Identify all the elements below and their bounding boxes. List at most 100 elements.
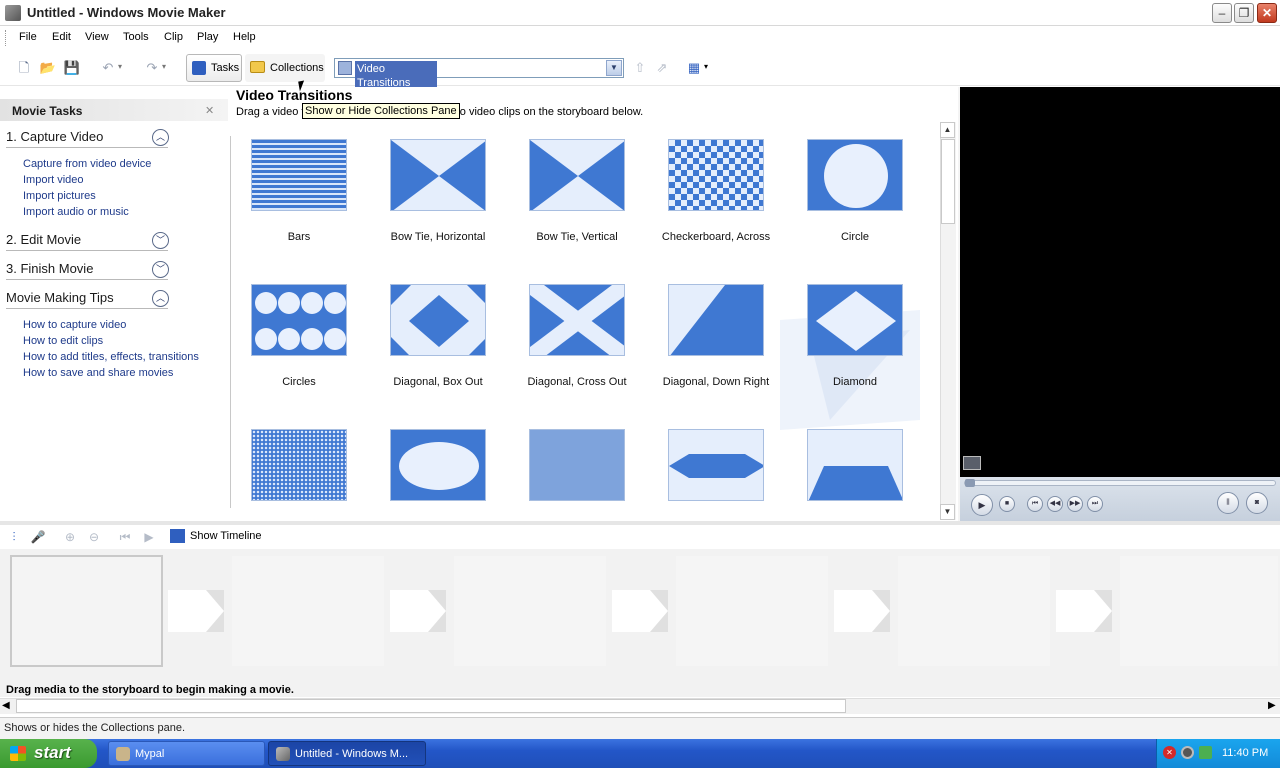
menu-edit[interactable]: Edit bbox=[52, 31, 71, 43]
link-capture-from-device[interactable]: Capture from video device bbox=[23, 158, 151, 170]
stop-icon[interactable]: ■ bbox=[999, 496, 1015, 512]
expand-icon[interactable]: ﹀ bbox=[152, 232, 169, 249]
taskbar-item-mypal[interactable]: Mypal bbox=[108, 741, 265, 766]
scrollbar-thumb[interactable] bbox=[941, 139, 955, 224]
save-project-icon[interactable]: 💾 bbox=[62, 58, 82, 78]
link-how-to-add-titles[interactable]: How to add titles, effects, transitions bbox=[23, 351, 199, 363]
transition-diamond-thumbnail[interactable] bbox=[807, 284, 903, 356]
timeline-icon[interactable] bbox=[170, 529, 185, 543]
transition-diagonal-down-right-thumbnail[interactable] bbox=[668, 284, 764, 356]
close-button[interactable]: ✕ bbox=[1257, 3, 1277, 23]
scroll-left-icon[interactable]: ◀ bbox=[2, 700, 10, 711]
zoom-out-icon[interactable]: ⊖ bbox=[84, 527, 104, 547]
section-capture-video[interactable]: 1. Capture Video bbox=[6, 129, 103, 144]
chevron-down-icon[interactable]: ▼ bbox=[606, 60, 622, 76]
expand-icon[interactable]: ﹀ bbox=[152, 261, 169, 278]
fast-forward-icon[interactable]: ▶▶ bbox=[1067, 496, 1083, 512]
seek-bar[interactable] bbox=[964, 480, 1276, 486]
take-picture-icon[interactable]: ◙ bbox=[1246, 492, 1268, 514]
close-pane-icon[interactable]: ✕ bbox=[205, 104, 214, 117]
minimize-button[interactable]: – bbox=[1212, 3, 1232, 23]
link-how-to-edit[interactable]: How to edit clips bbox=[23, 335, 103, 347]
tasks-button[interactable]: Tasks bbox=[186, 54, 242, 82]
menu-tools[interactable]: Tools bbox=[123, 31, 149, 43]
menu-help[interactable]: Help bbox=[233, 31, 256, 43]
section-finish-movie[interactable]: 3. Finish Movie bbox=[6, 261, 93, 276]
new-collection-folder-icon[interactable]: ⇗ bbox=[652, 58, 672, 78]
storyboard-cell[interactable] bbox=[1120, 556, 1278, 666]
previous-frame-icon[interactable]: ⏮ bbox=[1027, 496, 1043, 512]
play-icon[interactable]: ▶ bbox=[971, 494, 993, 516]
views-icon[interactable]: ▦ bbox=[684, 58, 704, 78]
transition-slot[interactable] bbox=[390, 590, 446, 632]
collections-button[interactable]: Collections bbox=[245, 54, 325, 82]
link-import-pictures[interactable]: Import pictures bbox=[23, 190, 96, 202]
new-project-icon[interactable]: 🗋 bbox=[14, 58, 34, 78]
transition-diagonal-cross-out-thumbnail[interactable] bbox=[529, 284, 625, 356]
zoom-in-icon[interactable]: ⊕ bbox=[60, 527, 80, 547]
transition-slot[interactable] bbox=[834, 590, 890, 632]
start-button[interactable]: start bbox=[0, 739, 97, 768]
redo-icon[interactable]: ↷ bbox=[142, 58, 162, 78]
rewind-icon[interactable]: ◀◀ bbox=[1047, 496, 1063, 512]
transition-slot[interactable] bbox=[1056, 590, 1112, 632]
link-how-to-save[interactable]: How to save and share movies bbox=[23, 367, 173, 379]
open-project-icon[interactable]: 📂 bbox=[38, 58, 58, 78]
collapse-icon[interactable]: ︿ bbox=[152, 129, 169, 146]
transition-slot[interactable] bbox=[168, 590, 224, 632]
menu-clip[interactable]: Clip bbox=[164, 31, 183, 43]
redo-dropdown-icon[interactable]: ▾ bbox=[162, 62, 166, 71]
narrate-icon[interactable]: 🎤 bbox=[28, 527, 48, 547]
undo-dropdown-icon[interactable]: ▾ bbox=[118, 62, 122, 71]
transition-filled-v-thumbnail[interactable] bbox=[807, 429, 903, 501]
up-one-level-icon[interactable]: ⇧ bbox=[630, 58, 650, 78]
audio-levels-icon[interactable]: ⫶ bbox=[4, 527, 24, 547]
collections-dropdown[interactable]: Video Transitions ▼ bbox=[334, 58, 624, 91]
network-icon[interactable] bbox=[1199, 746, 1212, 759]
storyboard-cell[interactable] bbox=[232, 556, 384, 666]
storyboard-cell[interactable] bbox=[898, 556, 1050, 666]
seek-thumb[interactable] bbox=[965, 479, 975, 487]
storyboard-cell[interactable] bbox=[676, 556, 828, 666]
app-icon[interactable] bbox=[5, 5, 21, 21]
pane-divider[interactable] bbox=[230, 136, 231, 508]
next-frame-icon[interactable]: ⏭ bbox=[1087, 496, 1103, 512]
link-import-audio[interactable]: Import audio or music bbox=[23, 206, 129, 218]
transition-fan-thumbnail[interactable] bbox=[668, 429, 764, 501]
play-storyboard-icon[interactable]: ▶ bbox=[139, 527, 159, 547]
transition-diagonal-box-out-thumbnail[interactable] bbox=[390, 284, 486, 356]
fullscreen-icon[interactable] bbox=[963, 456, 981, 470]
storyboard-cell[interactable] bbox=[454, 556, 606, 666]
undo-icon[interactable]: ↶ bbox=[98, 58, 118, 78]
volume-icon[interactable] bbox=[1181, 746, 1194, 759]
restore-button[interactable]: ❐ bbox=[1234, 3, 1254, 23]
split-clip-icon[interactable]: ⫼ bbox=[1217, 492, 1239, 514]
scroll-up-icon[interactable]: ▲ bbox=[940, 122, 955, 138]
rewind-storyboard-icon[interactable]: ⏮ bbox=[115, 527, 135, 547]
transition-circles-thumbnail[interactable] bbox=[251, 284, 347, 356]
section-movie-making-tips[interactable]: Movie Making Tips bbox=[6, 290, 114, 305]
show-timeline-button[interactable]: Show Timeline bbox=[190, 530, 262, 542]
transition-fade-thumbnail[interactable] bbox=[529, 429, 625, 501]
link-import-video[interactable]: Import video bbox=[23, 174, 84, 186]
views-dropdown-icon[interactable]: ▾ bbox=[704, 62, 708, 71]
menu-play[interactable]: Play bbox=[197, 31, 218, 43]
scroll-down-icon[interactable]: ▼ bbox=[940, 504, 955, 520]
menu-file[interactable]: File bbox=[19, 31, 37, 43]
transition-bars-thumbnail[interactable] bbox=[251, 139, 347, 211]
transition-circle-thumbnail[interactable] bbox=[807, 139, 903, 211]
transition-checkerboard-thumbnail[interactable] bbox=[668, 139, 764, 211]
link-how-to-capture[interactable]: How to capture video bbox=[23, 319, 126, 331]
pane-splitter[interactable] bbox=[0, 521, 1280, 525]
security-alert-icon[interactable]: ✕ bbox=[1163, 746, 1176, 759]
transition-dissolve-thumbnail[interactable] bbox=[251, 429, 347, 501]
section-edit-movie[interactable]: 2. Edit Movie bbox=[6, 232, 81, 247]
menu-view[interactable]: View bbox=[85, 31, 109, 43]
collapse-icon[interactable]: ︿ bbox=[152, 290, 169, 307]
clock[interactable]: 11:40 PM bbox=[1222, 747, 1268, 759]
transition-slot[interactable] bbox=[612, 590, 668, 632]
scroll-right-icon[interactable]: ▶ bbox=[1268, 700, 1276, 711]
scrollbar-thumb[interactable] bbox=[16, 699, 846, 713]
transition-eye-thumbnail[interactable] bbox=[390, 429, 486, 501]
transition-bow-tie-horizontal-thumbnail[interactable] bbox=[390, 139, 486, 211]
